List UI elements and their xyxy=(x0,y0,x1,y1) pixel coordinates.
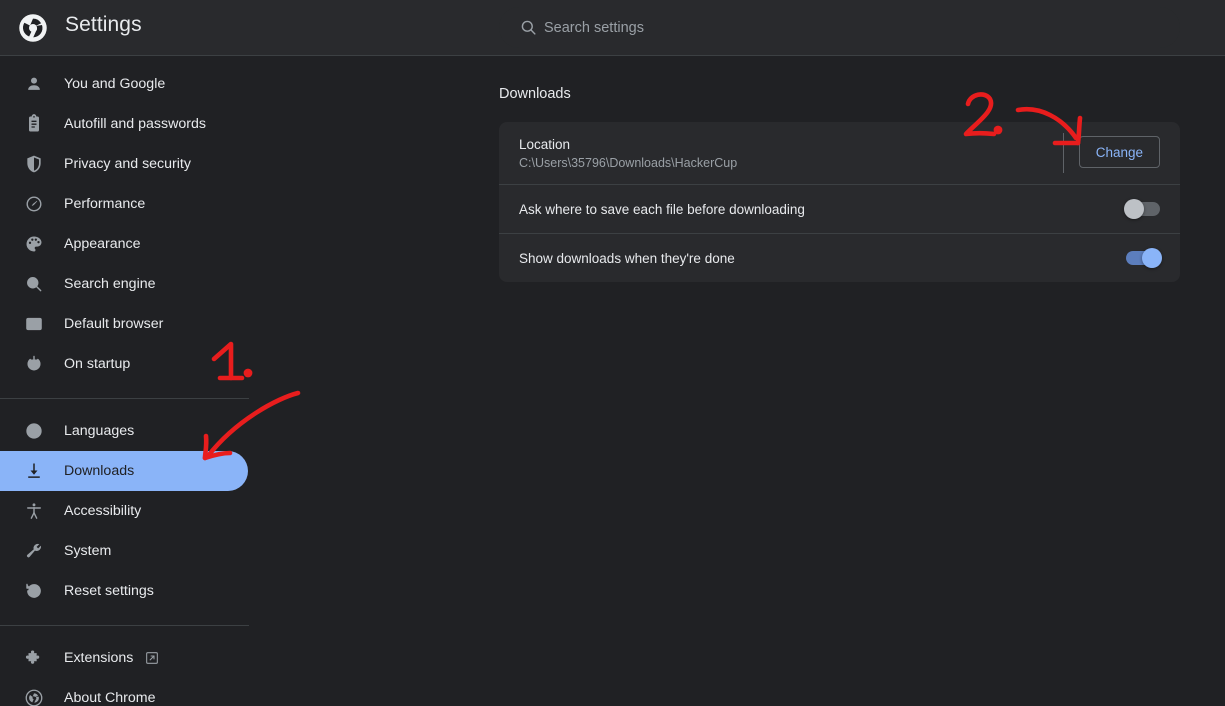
sidebar: You and Google Autofill and passwords Pr… xyxy=(0,56,249,706)
puzzle-piece-icon xyxy=(24,648,44,668)
clipboard-icon xyxy=(24,114,44,134)
sidebar-item-label: On startup xyxy=(64,356,131,372)
sidebar-divider xyxy=(0,625,249,626)
browser-window-icon xyxy=(24,314,44,334)
chrome-logo-icon xyxy=(18,13,48,43)
show-downloads-done-row[interactable]: Show downloads when they're done xyxy=(499,233,1180,282)
sidebar-item-label: Default browser xyxy=(64,316,164,332)
location-row: Location C:\Users\35796\Downloads\Hacker… xyxy=(499,122,1180,184)
search-box[interactable] xyxy=(499,7,1180,48)
sidebar-item-label: About Chrome xyxy=(64,690,156,706)
app-header: Settings xyxy=(0,0,1225,56)
show-downloads-done-label: Show downloads when they're done xyxy=(519,250,735,266)
sidebar-item-label: You and Google xyxy=(64,76,166,92)
sidebar-group-3: Extensions About Chrome xyxy=(0,638,249,706)
sidebar-item-autofill-and-passwords[interactable]: Autofill and passwords xyxy=(0,104,248,144)
ask-where-to-save-label: Ask where to save each file before downl… xyxy=(519,201,805,217)
sidebar-divider xyxy=(0,398,249,399)
sidebar-item-default-browser[interactable]: Default browser xyxy=(0,304,248,344)
sidebar-group-2: Languages Downloads Accessibility System xyxy=(0,411,249,611)
settings-page: Settings You and Google xyxy=(0,0,1225,706)
sidebar-item-label: Search engine xyxy=(64,276,156,292)
sidebar-item-label: Downloads xyxy=(64,463,135,479)
change-button[interactable]: Change xyxy=(1078,136,1160,168)
sidebar-item-label: Privacy and security xyxy=(64,156,191,172)
sidebar-item-downloads[interactable]: Downloads xyxy=(0,451,248,491)
search-input[interactable] xyxy=(544,7,1164,48)
sidebar-item-you-and-google[interactable]: You and Google xyxy=(0,64,248,104)
search-icon xyxy=(519,18,538,37)
history-restore-icon xyxy=(24,581,44,601)
sidebar-item-extensions[interactable]: Extensions xyxy=(0,638,248,678)
sidebar-item-about-chrome[interactable]: About Chrome xyxy=(0,678,248,706)
toggle-knob xyxy=(1142,248,1162,268)
sidebar-item-accessibility[interactable]: Accessibility xyxy=(0,491,248,531)
sidebar-item-reset-settings[interactable]: Reset settings xyxy=(0,571,248,611)
chrome-logo-icon xyxy=(24,688,44,706)
vertical-separator xyxy=(1063,133,1064,173)
sidebar-item-system[interactable]: System xyxy=(0,531,248,571)
ask-where-to-save-toggle[interactable] xyxy=(1124,199,1160,219)
sidebar-item-languages[interactable]: Languages xyxy=(0,411,248,451)
sidebar-item-label: Languages xyxy=(64,423,135,439)
wrench-icon xyxy=(24,541,44,561)
sidebar-item-label: Reset settings xyxy=(64,583,154,599)
shield-icon xyxy=(24,154,44,174)
sidebar-item-label: System xyxy=(64,543,112,559)
sidebar-item-on-startup[interactable]: On startup xyxy=(0,344,248,384)
sidebar-item-privacy-and-security[interactable]: Privacy and security xyxy=(0,144,248,184)
sidebar-item-label: Autofill and passwords xyxy=(64,116,206,132)
power-icon xyxy=(24,354,44,374)
globe-icon xyxy=(24,421,44,441)
palette-icon xyxy=(24,234,44,254)
open-in-new-icon xyxy=(144,650,160,666)
search-icon xyxy=(24,274,44,294)
sidebar-item-label: Accessibility xyxy=(64,503,142,519)
downloads-card: Location C:\Users\35796\Downloads\Hacker… xyxy=(499,122,1180,282)
sidebar-item-label: Extensions xyxy=(64,650,134,666)
accessibility-icon xyxy=(24,501,44,521)
location-value: C:\Users\35796\Downloads\HackerCup xyxy=(519,155,738,170)
sidebar-item-performance[interactable]: Performance xyxy=(0,184,248,224)
sidebar-item-label: Performance xyxy=(64,196,146,212)
sidebar-item-label: Appearance xyxy=(64,236,141,252)
toggle-knob xyxy=(1124,199,1144,219)
sidebar-item-search-engine[interactable]: Search engine xyxy=(0,264,248,304)
speedometer-icon xyxy=(24,194,44,214)
location-label: Location xyxy=(519,136,571,152)
ask-where-to-save-row[interactable]: Ask where to save each file before downl… xyxy=(499,184,1180,233)
section-title: Downloads xyxy=(499,86,571,102)
show-downloads-done-toggle[interactable] xyxy=(1126,248,1162,268)
page-title: Settings xyxy=(65,13,142,36)
download-icon xyxy=(24,461,44,481)
sidebar-item-appearance[interactable]: Appearance xyxy=(0,224,248,264)
sidebar-group-1: You and Google Autofill and passwords Pr… xyxy=(0,56,249,384)
person-icon xyxy=(24,74,44,94)
